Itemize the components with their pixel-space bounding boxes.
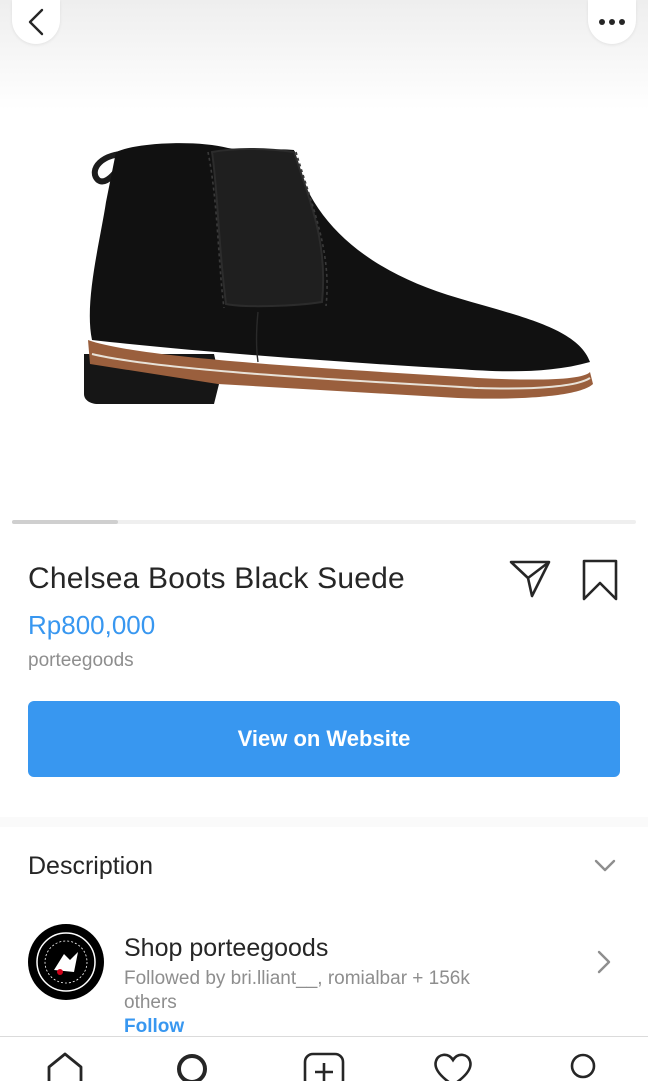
shop-avatar[interactable]: [28, 924, 104, 1000]
more-horizontal-icon: [599, 19, 625, 25]
product-title: Chelsea Boots Black Suede: [28, 562, 405, 595]
home-icon[interactable]: [44, 1051, 86, 1081]
activity-heart-icon[interactable]: [432, 1051, 474, 1081]
back-button[interactable]: [12, 0, 60, 44]
follow-button[interactable]: Follow: [124, 1016, 184, 1038]
more-options-button[interactable]: [588, 0, 636, 44]
view-on-website-button[interactable]: View on Website: [28, 701, 620, 777]
shop-logo-icon: [36, 932, 96, 992]
product-price: Rp800,000: [28, 610, 156, 640]
image-carousel-progress: [12, 520, 636, 524]
bookmark-icon[interactable]: [580, 558, 620, 602]
product-image-chelsea-boot: [84, 143, 593, 404]
shop-name[interactable]: Shop porteegoods: [124, 934, 328, 963]
image-carousel-progress-fill: [12, 520, 119, 524]
product-image-area[interactable]: [0, 0, 648, 530]
section-divider: [0, 817, 648, 827]
bottom-tab-bar: [0, 1036, 648, 1081]
seller-username[interactable]: porteegoods: [28, 650, 134, 672]
chevron-left-icon: [28, 8, 44, 36]
add-post-icon[interactable]: [302, 1051, 346, 1081]
shop-followed-by: Followed by bri.lliant__, romialbar + 15…: [124, 968, 470, 1013]
direct-share-icon[interactable]: [508, 558, 552, 600]
chevron-right-icon[interactable]: [596, 950, 612, 974]
description-label[interactable]: Description: [28, 852, 153, 881]
profile-icon[interactable]: [566, 1051, 600, 1081]
chevron-down-icon[interactable]: [594, 859, 616, 873]
search-icon[interactable]: [174, 1051, 210, 1081]
